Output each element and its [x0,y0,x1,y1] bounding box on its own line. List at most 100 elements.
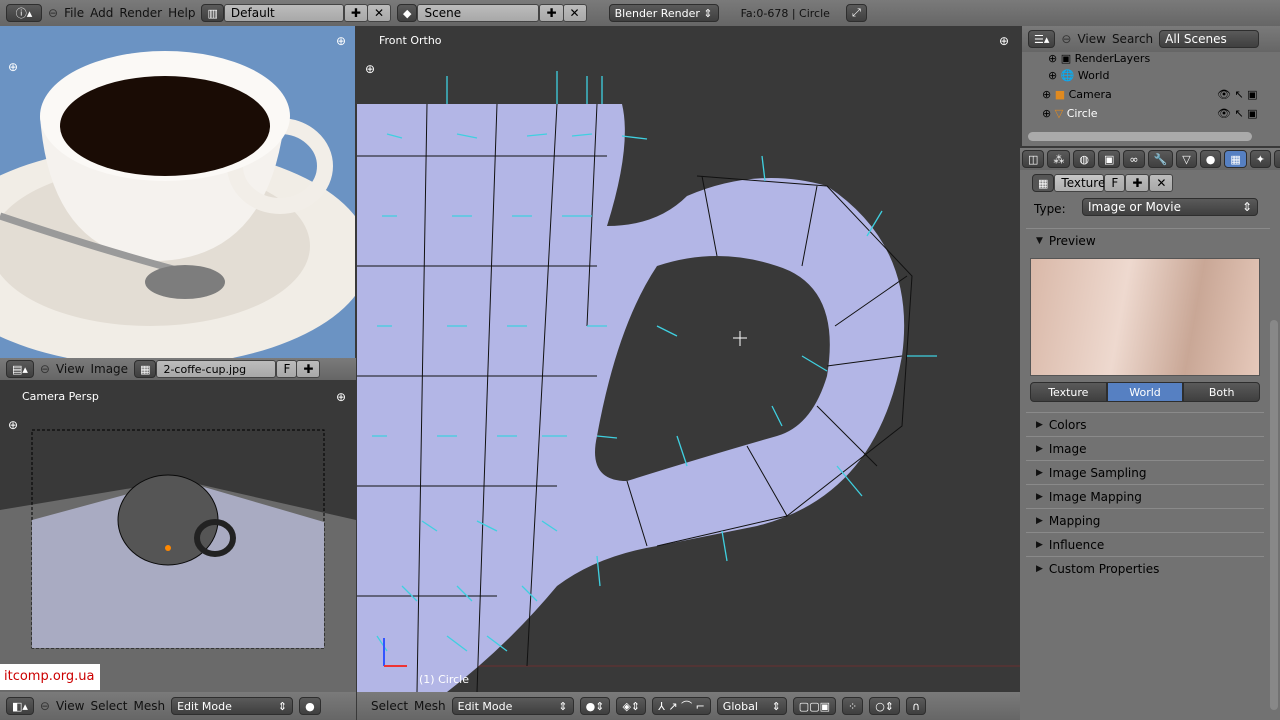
outliner-header: ☰▴ ⊖ View Search All Scenes [1022,26,1280,52]
viewport-shading-button[interactable]: ●⇕ [579,697,611,715]
camera-viewport[interactable]: Camera Persp ⊕ ⊕ [0,380,356,692]
collapse-icon[interactable]: ⊖ [48,6,58,20]
image-browse-icon[interactable]: ▦ [134,360,157,378]
panel-image-sampling[interactable]: ▶ Image Sampling [1026,460,1264,484]
collapse-icon[interactable]: ⊖ [1061,32,1071,46]
layout-add-button[interactable]: ✚ [343,4,368,22]
render-engine-select[interactable]: Blender Render ⇕ [608,4,719,22]
physics-tab-icon[interactable]: ✓ [1274,150,1280,168]
texture-name-field[interactable]: Texture [1054,174,1105,192]
outliner-item-label: RenderLayers [1074,52,1151,65]
menu-view[interactable]: View [56,699,84,713]
editor-type-outliner-button[interactable]: ☰▴ [1028,30,1056,48]
outliner-item[interactable]: ⊕ ▣ RenderLayers [1048,52,1150,65]
image-name-field[interactable]: 2-coffe-cup.jpg [156,360,277,378]
editor-type-image-button[interactable]: ▤▴ [6,360,34,378]
preview-tab-world[interactable]: World [1106,382,1184,402]
world-tab-icon[interactable]: ◍ [1073,150,1096,168]
scene-icon[interactable]: ◆ [397,4,418,22]
panel-influence[interactable]: ▶ Influence [1026,532,1264,556]
corner-widget-icon[interactable]: ⊕ [8,60,18,74]
corner-widget-icon[interactable]: ⊕ [365,62,375,76]
preview-tabs: Texture World Both [1030,382,1261,402]
menu-select[interactable]: Select [90,699,127,713]
outliner-item[interactable]: ⊕ ▽ Circle 👁 ↖ ▣ [1042,107,1258,120]
menu-view[interactable]: View [56,362,84,376]
collapsed-arrow-icon: ▶ [1036,467,1043,478]
collapsed-arrow-icon: ▶ [1036,419,1043,430]
proportional-edit-button[interactable]: ○⇕ [869,697,901,715]
shading-button[interactable]: ● [299,697,321,715]
pivot-point-button[interactable]: ◈⇕ [616,697,647,715]
scene-tab-icon[interactable]: ⁂ [1047,150,1071,168]
main-3d-viewport[interactable]: Front Ortho (1) Circle ⊕ ⊕ [357,26,1020,692]
preview-tab-both[interactable]: Both [1183,382,1261,402]
outliner-filter-select[interactable]: All Scenes [1159,30,1260,48]
panel-image[interactable]: ▶ Image [1026,436,1264,460]
menu-mesh[interactable]: Mesh [414,699,446,713]
mode-select[interactable]: Edit Mode ⇕ [451,697,574,715]
constraints-tab-icon[interactable]: ∞ [1123,150,1145,168]
fullscreen-button[interactable]: ⤢ [845,4,867,22]
image-add-button[interactable]: ✚ [296,360,321,378]
menu-mesh[interactable]: Mesh [134,699,166,713]
particles-tab-icon[interactable]: ✦ [1249,150,1271,168]
transform-orientation-select[interactable]: Global ⇕ [716,697,787,715]
outliner-item[interactable]: ⊕ ■ Camera 👁 ↖ ▣ [1042,88,1258,101]
outliner-item[interactable]: ⊕ 🌐 World [1048,69,1109,82]
texture-type-select[interactable]: Image or Movie ⇕ [1082,198,1258,216]
texture-add-button[interactable]: ✚ [1125,174,1150,192]
menu-select[interactable]: Select [371,699,408,713]
data-tab-icon[interactable]: ▽ [1176,150,1197,168]
screen-layout-field[interactable]: Default [223,4,344,22]
preview-tab-texture[interactable]: Texture [1030,382,1107,402]
collapse-icon[interactable]: ⊖ [40,362,50,376]
collapse-icon[interactable]: ⊖ [40,699,50,713]
outliner-scrollbar[interactable] [1028,132,1252,141]
material-tab-icon[interactable]: ● [1199,150,1222,168]
texture-browse-icon[interactable]: ▦ [1032,174,1055,192]
editor-type-3d-button[interactable]: ◧▴ [6,697,34,715]
editor-type-info-button[interactable]: ⓘ▴ [6,4,42,22]
panel-mapping[interactable]: ▶ Mapping [1026,508,1264,532]
scene-delete-button[interactable]: ✕ [562,4,587,22]
object-tab-icon[interactable]: ▣ [1098,150,1121,168]
occlude-geometry-button[interactable]: ⁘ [841,697,864,715]
menu-file[interactable]: File [64,6,84,20]
panel-title: Image Mapping [1048,489,1142,504]
manipulator-buttons[interactable]: ⅄ ↗ ⌒ ⌐ [652,697,711,715]
scene-add-button[interactable]: ✚ [539,4,564,22]
corner-widget-icon[interactable]: ⊕ [999,34,1009,48]
panel-preview[interactable]: ▼ Preview [1026,228,1270,252]
visibility-icons[interactable]: 👁 ↖ ▣ [1217,107,1277,120]
texture-tab-icon[interactable]: ▦ [1224,150,1247,168]
texture-type-label: Image or Movie [1088,200,1181,214]
image-fake-user-button[interactable]: F [276,360,298,378]
menu-render[interactable]: Render [119,6,162,20]
menu-search[interactable]: Search [1112,32,1153,46]
modifiers-tab-icon[interactable]: 🔧 [1147,150,1174,168]
outliner-item-label: Circle [1066,107,1098,120]
menu-help[interactable]: Help [168,6,195,20]
menu-view[interactable]: View [1077,32,1105,46]
collapsed-arrow-icon: ▶ [1036,515,1043,526]
fake-user-button[interactable]: F [1104,174,1126,192]
corner-widget-icon[interactable]: ⊕ [336,34,346,48]
panel-custom-properties[interactable]: ▶ Custom Properties [1026,556,1264,580]
select-mode-buttons[interactable]: ▢▢▣ [792,697,836,715]
menu-image[interactable]: Image [90,362,128,376]
texture-unlink-button[interactable]: ✕ [1149,174,1174,192]
render-tab-icon[interactable]: ◫ [1022,150,1045,168]
outliner: ⊕ ▣ RenderLayers ⊕ 🌐 World ⊕ ■ Camera 👁 ↖… [1022,52,1280,146]
snap-button[interactable]: ∩ [906,697,927,715]
visibility-icons[interactable]: 👁 ↖ ▣ [1217,88,1277,101]
mode-select[interactable]: Edit Mode ⇕ [171,697,294,715]
panel-colors[interactable]: ▶ Colors [1026,412,1264,436]
screen-layout-icon[interactable]: ▥ [201,4,224,22]
camera-scene [0,429,356,692]
layout-delete-button[interactable]: ✕ [366,4,392,22]
properties-scrollbar[interactable] [1270,320,1278,710]
scene-field[interactable]: Scene [417,4,540,22]
menu-add[interactable]: Add [90,6,113,20]
panel-image-mapping[interactable]: ▶ Image Mapping [1026,484,1264,508]
